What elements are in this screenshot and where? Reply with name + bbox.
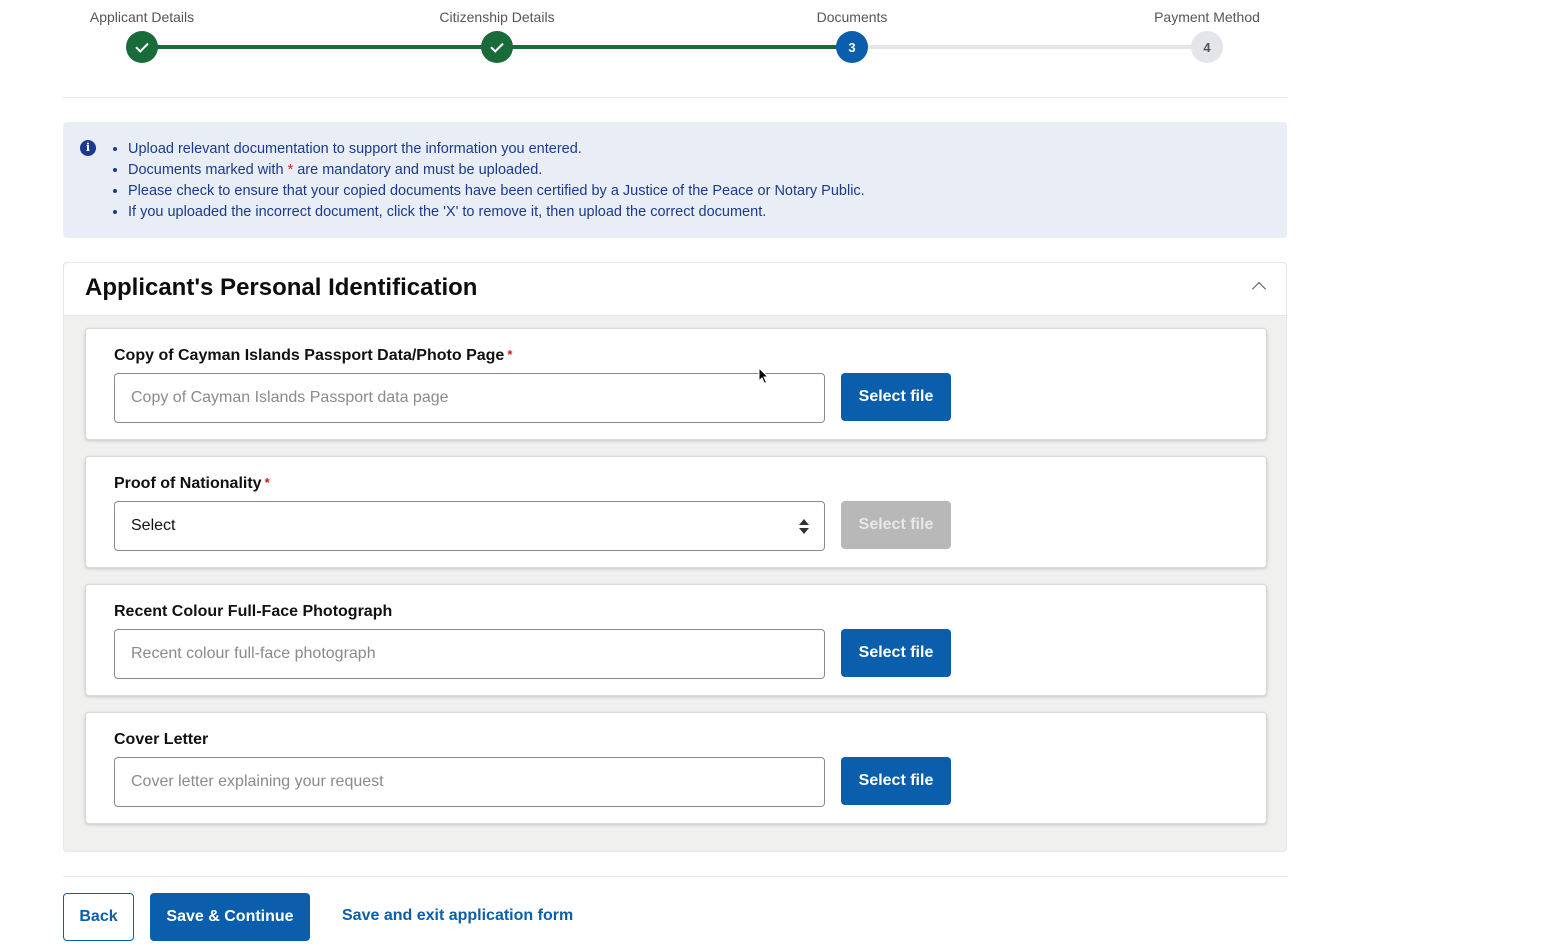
- field-label: Recent Colour Full-Face Photograph: [114, 603, 393, 620]
- field-label: Copy of Cayman Islands Passport Data/Pho…: [114, 347, 512, 365]
- step-label: Citizenship Details: [439, 9, 555, 25]
- field-label: Proof of Nationality *: [114, 475, 270, 493]
- document-card-cover-letter: Cover Letter Select file: [85, 712, 1267, 824]
- info-item: Documents marked with * are mandatory an…: [128, 160, 865, 181]
- cover-letter-file-input[interactable]: [114, 757, 825, 807]
- select-arrows-icon: [799, 519, 809, 535]
- field-label: Cover Letter: [114, 731, 209, 748]
- step-payment-method: Payment Method 4: [1107, 0, 1307, 63]
- info-item: If you uploaded the incorrect document, …: [128, 202, 865, 223]
- select-file-button[interactable]: Select file: [841, 629, 951, 677]
- step-label: Payment Method: [1154, 9, 1260, 25]
- divider: [63, 876, 1287, 877]
- select-file-button[interactable]: Select file: [841, 373, 951, 421]
- step-citizenship-details: Citizenship Details: [397, 0, 597, 63]
- step-number: 4: [1191, 31, 1223, 63]
- mouse-cursor-icon: [758, 367, 770, 385]
- info-item-text: are mandatory and must be uploaded.: [293, 162, 543, 178]
- section-header[interactable]: Applicant's Personal Identification: [64, 263, 1286, 316]
- document-card-photograph: Recent Colour Full-Face Photograph Selec…: [85, 584, 1267, 696]
- check-icon: [481, 31, 513, 63]
- select-file-button[interactable]: Select file: [841, 757, 951, 805]
- info-list: Upload relevant documentation to support…: [128, 139, 865, 223]
- document-card-nationality: Proof of Nationality * Select Select file: [85, 456, 1267, 568]
- back-button[interactable]: Back: [63, 893, 134, 941]
- chevron-up-icon[interactable]: [1251, 281, 1267, 297]
- required-star: *: [264, 475, 270, 490]
- info-item: Please check to ensure that your copied …: [128, 181, 865, 202]
- step-label: Applicant Details: [89, 9, 195, 25]
- step-applicant-details: Applicant Details: [42, 0, 242, 63]
- step-documents: Documents 3: [752, 0, 952, 63]
- check-icon: [126, 31, 158, 63]
- info-item: Upload relevant documentation to support…: [128, 139, 865, 160]
- select-file-button-disabled: Select file: [841, 501, 951, 549]
- info-notice: i Upload relevant documentation to suppo…: [63, 122, 1287, 238]
- info-item-text: Documents marked with: [128, 162, 288, 178]
- save-exit-link[interactable]: Save and exit application form: [342, 907, 573, 925]
- personal-identification-section: Applicant's Personal Identification Copy…: [63, 262, 1287, 852]
- nationality-select[interactable]: Select: [114, 501, 825, 551]
- select-value: Select: [131, 517, 176, 534]
- passport-file-input[interactable]: [114, 373, 825, 423]
- document-card-passport: Copy of Cayman Islands Passport Data/Pho…: [85, 328, 1267, 440]
- photograph-file-input[interactable]: [114, 629, 825, 679]
- save-continue-button[interactable]: Save & Continue: [150, 893, 310, 941]
- required-star: *: [507, 347, 513, 362]
- step-label: Documents: [816, 9, 888, 25]
- info-icon: i: [80, 140, 96, 156]
- section-title: Applicant's Personal Identification: [85, 274, 478, 301]
- field-label-text: Proof of Nationality: [114, 475, 262, 492]
- step-number: 3: [836, 31, 868, 63]
- field-label-text: Copy of Cayman Islands Passport Data/Pho…: [114, 347, 505, 364]
- progress-stepper: Applicant Details Citizenship Details Do…: [63, 0, 1287, 98]
